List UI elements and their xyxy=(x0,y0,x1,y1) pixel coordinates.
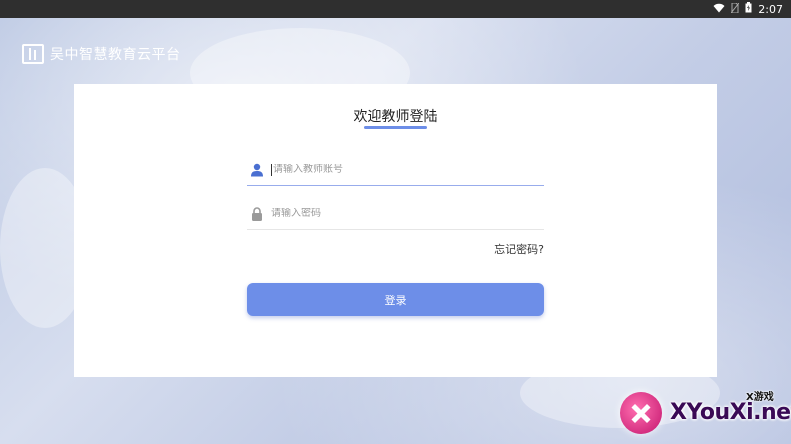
gamepad-logo-icon xyxy=(620,392,662,434)
no-sim-icon xyxy=(730,2,740,16)
app-title: 吴中智慧教育云平台 xyxy=(50,47,181,63)
wifi-icon xyxy=(713,3,725,16)
text-caret xyxy=(271,163,272,176)
login-title: 欢迎教师登陆 xyxy=(353,109,438,125)
app-header: 吴中智慧教育云平台 xyxy=(22,44,181,64)
lock-icon xyxy=(249,206,265,222)
site-watermark: X游戏 XYouXi.net xyxy=(618,384,791,442)
login-button[interactable]: 登录 xyxy=(247,283,544,316)
forgot-password-link[interactable]: 忘记密码? xyxy=(74,241,544,257)
password-input[interactable] xyxy=(271,208,531,219)
watermark-main-text: XYouXi.net xyxy=(670,400,791,425)
user-icon xyxy=(249,162,265,178)
account-field[interactable] xyxy=(247,154,544,186)
battery-icon xyxy=(745,2,752,16)
status-time: 2:07 xyxy=(758,2,783,16)
title-underline xyxy=(364,126,427,129)
status-bar: 2:07 xyxy=(0,0,791,18)
password-field[interactable] xyxy=(247,198,544,230)
login-card: 欢迎教师登陆 忘记密码? 登录 xyxy=(74,84,717,377)
book-logo-icon xyxy=(22,44,44,64)
account-input[interactable] xyxy=(273,164,533,175)
